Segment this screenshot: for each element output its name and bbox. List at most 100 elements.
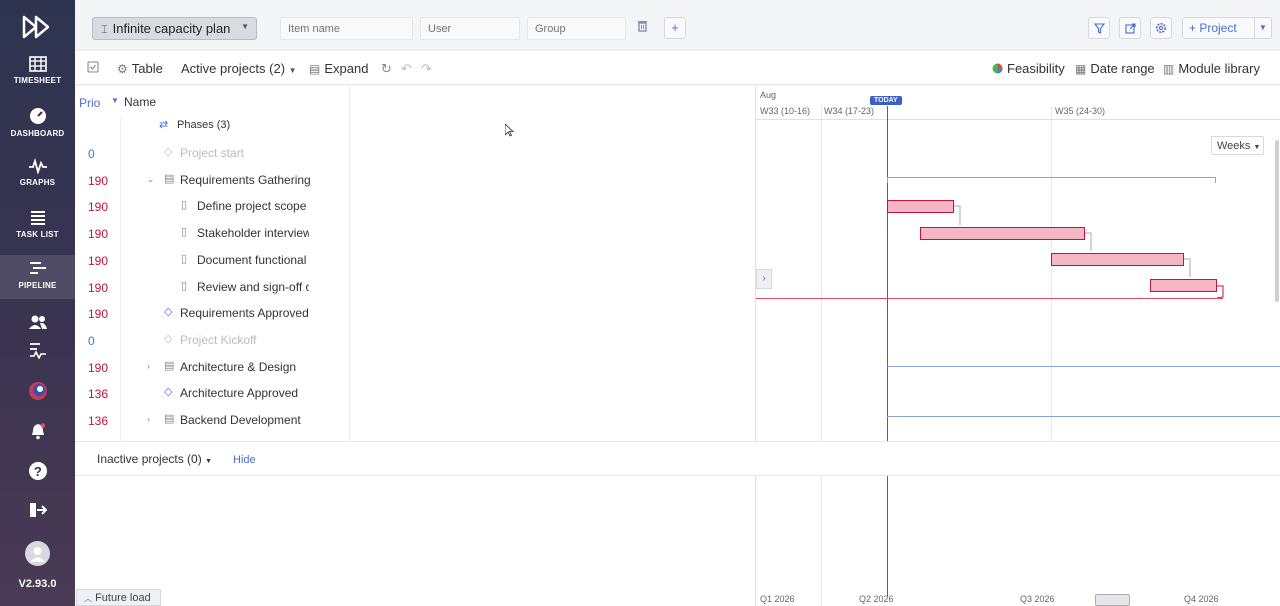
table-row[interactable]: 136 ◇ Architecture Approved <box>75 379 350 406</box>
forward-logo-icon[interactable] <box>22 14 52 40</box>
sidebar-item-task-list[interactable]: TASK LIST <box>0 210 75 239</box>
table-row[interactable]: 136 › ▤ Backend Development <box>75 406 350 433</box>
sidebar-item-logout[interactable] <box>0 502 75 522</box>
table-row[interactable]: 0 ◇ Project Kickoff <box>75 326 350 353</box>
sidebar-item-notifications[interactable] <box>0 422 75 444</box>
app-version: V2.93.0 <box>18 578 57 590</box>
dependency-lines <box>756 205 1280 417</box>
expand-label: Expand <box>324 61 369 76</box>
inactive-projects-label: Inactive projects (0) <box>97 452 202 466</box>
table-label: Table <box>131 61 163 76</box>
table-settings-button[interactable]: ⚙ Table <box>117 61 163 76</box>
chevron-right-icon[interactable]: › <box>147 361 150 371</box>
phases-label: Phases (3) <box>177 119 231 131</box>
sidebar-item-help[interactable]: ? <box>0 461 75 485</box>
avatar[interactable] <box>25 541 50 566</box>
library-icon: ▥ <box>1163 62 1175 76</box>
row-prio: 136 <box>88 414 109 428</box>
phases-icon: ⇄ <box>159 119 169 131</box>
sidebar-item-graphs[interactable]: GRAPHS <box>0 158 75 187</box>
gear-icon: ⚙ <box>117 62 128 76</box>
module-library-label: Module library <box>1178 61 1260 76</box>
sidebar-item-label: DASHBOARD <box>10 129 65 138</box>
sidebar-item-analysis[interactable] <box>0 341 75 363</box>
plan-select-value: Infinite capacity plan <box>112 21 231 36</box>
row-name: Stakeholder interviews <box>197 226 309 241</box>
chevron-right-icon[interactable]: › <box>147 414 150 424</box>
row-prio: 190 <box>88 173 109 188</box>
task-icon: ▯ <box>181 199 188 212</box>
item-name-input[interactable] <box>280 17 413 40</box>
sidebar-item-label: GRAPHS <box>19 178 56 187</box>
table-row[interactable]: 190 ⌄ ▤ Requirements Gathering <box>75 166 350 193</box>
table-row[interactable]: 190 ▯ Document functional <box>75 246 350 273</box>
quarter-label: Q2 2026 <box>859 594 894 604</box>
pie-icon <box>992 63 1003 74</box>
expand-button[interactable]: ▤ Expand <box>309 61 368 76</box>
user-input[interactable] <box>420 17 520 40</box>
chevron-down-icon[interactable]: ⌄ <box>147 174 155 185</box>
export-icon <box>1124 23 1136 34</box>
feasibility-label: Feasibility <box>1007 61 1065 76</box>
users-icon <box>28 315 47 329</box>
table-row[interactable]: 190 ▯ Define project scope <box>75 192 350 219</box>
gauge-icon <box>29 108 46 124</box>
group-input[interactable] <box>527 17 626 40</box>
row-name: Project start <box>180 146 245 160</box>
sort-icon[interactable]: ▼ <box>111 96 119 105</box>
prio-header[interactable]: Prio <box>79 96 100 110</box>
expand-icon: ▤ <box>309 62 321 76</box>
sidebar-item-dashboard[interactable]: DASHBOARD <box>0 107 75 138</box>
project-menu-button[interactable]: ▼ <box>1254 17 1272 39</box>
chevron-down-icon: ▼ <box>1259 23 1267 32</box>
row-name: Review and sign-off on <box>197 279 309 294</box>
undo-icon[interactable]: ↶ <box>401 61 412 77</box>
task-icon: ▯ <box>181 279 188 292</box>
table-row[interactable]: 0 ◇ Project start <box>75 139 350 166</box>
bell-icon <box>31 423 45 440</box>
timeline-navigator[interactable] <box>1095 594 1130 606</box>
table-row[interactable]: 190 ▯ Review and sign-off on <box>75 273 350 300</box>
pulse-icon <box>28 158 47 174</box>
sidebar-item-pipeline[interactable]: PIPELINE <box>0 255 75 299</box>
inactive-projects-dropdown[interactable]: Inactive projects (0) ▼ <box>97 452 212 466</box>
sidebar-item-timesheet[interactable]: TIMESHEET <box>0 56 75 85</box>
active-projects-dropdown[interactable]: Active projects (2) ▼ <box>181 61 297 76</box>
add-project-button[interactable]: + Project <box>1182 17 1255 39</box>
redo-icon[interactable]: ↷ <box>421 61 432 77</box>
export-button[interactable] <box>1119 17 1141 39</box>
list-icon <box>30 211 45 225</box>
sidebar-item-integration[interactable] <box>0 381 75 405</box>
chevron-right-icon: › <box>762 273 766 284</box>
phases-row[interactable]: ⇄ Phases (3) <box>75 112 350 139</box>
milestone-icon: ◇ <box>164 146 173 158</box>
plan-select[interactable]: ⌶ Infinite capacity plan ▼ <box>92 17 257 40</box>
scrollbar[interactable] <box>1275 140 1279 302</box>
table-row[interactable]: 190 › ▤ Architecture & Design <box>75 353 350 380</box>
sidebar-item-label: PIPELINE <box>18 281 57 290</box>
inactive-projects-bar: Inactive projects (0) ▼ Hide <box>75 441 1280 476</box>
sidebar-item-users[interactable] <box>0 314 75 334</box>
row-prio: 190 <box>88 227 109 242</box>
name-header[interactable]: Name <box>124 95 156 109</box>
feasibility-button[interactable]: Feasibility <box>992 61 1065 76</box>
row-name: Architecture Approved <box>180 386 299 401</box>
refresh-icon[interactable]: ↻ <box>381 61 392 77</box>
filter-button[interactable] <box>1088 17 1110 39</box>
chevron-down-icon: ▼ <box>241 22 249 31</box>
date-range-button[interactable]: ▦ Date range <box>1075 61 1155 76</box>
future-load-button[interactable]: ︿ Future load <box>76 589 161 606</box>
analysis-icon <box>29 343 46 359</box>
settings-button[interactable] <box>1150 17 1172 39</box>
app: TIMESHEET DASHBOARD GRAPHS TASK LIST PIP… <box>0 0 1280 606</box>
add-filter-button[interactable]: + <box>664 17 686 39</box>
select-all-checkbox[interactable] <box>87 61 99 76</box>
hide-link[interactable]: Hide <box>233 454 256 466</box>
trash-icon[interactable] <box>637 20 648 32</box>
table-row[interactable]: 190 ◇ Requirements Approved <box>75 299 350 326</box>
table-row[interactable]: 190 ▯ Stakeholder interviews <box>75 219 350 246</box>
expand-panel-button[interactable]: › <box>756 269 772 289</box>
module-library-button[interactable]: ▥ Module library <box>1163 61 1260 76</box>
orb-icon <box>28 382 47 400</box>
row-prio: 136 <box>88 387 109 402</box>
